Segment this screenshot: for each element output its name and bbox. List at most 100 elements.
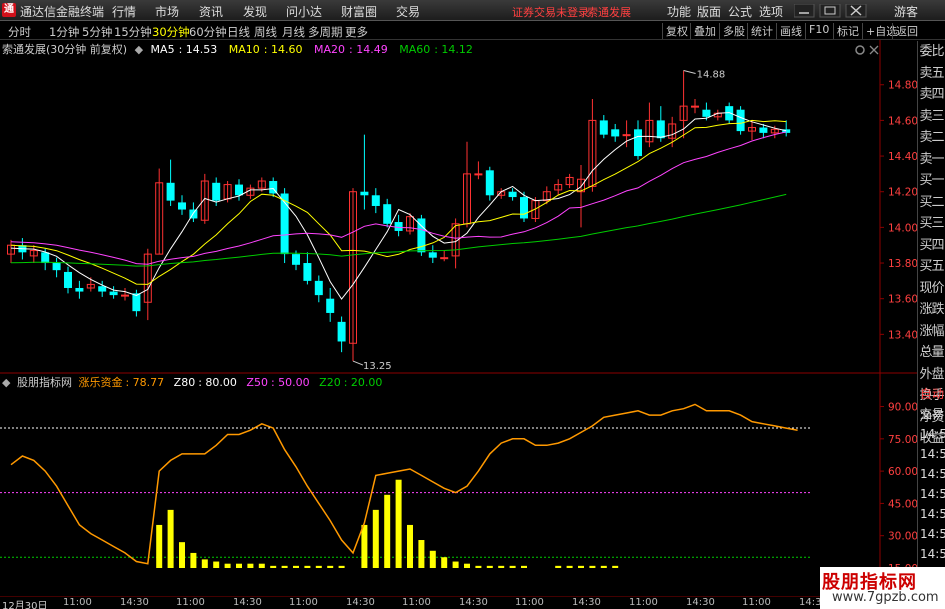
indicator-bar [566, 565, 573, 568]
indicator-settings-icon[interactable]: ◆ [2, 376, 10, 389]
mark-button[interactable]: 标记 [833, 23, 859, 39]
candle-body-up [474, 173, 483, 176]
indicator-tick-label: 60.00 [888, 466, 917, 478]
period-tab[interactable]: 5分钟 [82, 24, 112, 40]
candlesticks [7, 70, 791, 362]
trade-tab[interactable]: 自动 [918, 384, 945, 404]
menu-ask[interactable]: 问小达 [286, 3, 322, 20]
close-icon[interactable] [845, 4, 867, 18]
trade-time: 14:56 [920, 547, 945, 561]
ind-item-4-name: Z20 [319, 376, 341, 389]
trade-time: 14:56 [920, 507, 945, 521]
chart-area[interactable]: 13.40 13.60 13.80 14.00 14.20 14.40 14.60 14.80… [0, 40, 917, 596]
time-label: 14:30 [233, 597, 262, 608]
quote-field-label: 委比 [919, 44, 944, 59]
candle-body-down [634, 129, 642, 157]
login-warning[interactable]: 证券交易未登录 [512, 4, 589, 20]
indicator-bar [167, 509, 174, 568]
indicator-bar [224, 563, 231, 568]
minimize-icon[interactable] [794, 4, 815, 18]
period-tab-active[interactable]: 30分钟 [152, 24, 190, 40]
price-tick-label: 13.80 [888, 258, 917, 270]
trade-time: 14:56 [920, 467, 945, 481]
watermark-url: www.7gpzb.com [832, 590, 939, 605]
period-tab[interactable]: 60分钟 [189, 24, 227, 40]
time-label: 14:30 [120, 597, 149, 608]
quote-field-label: 卖五 [919, 65, 944, 81]
menu-formula[interactable]: 公式 [728, 3, 752, 20]
indicator-bar [384, 494, 391, 568]
price-tick-label: 14.00 [888, 222, 917, 234]
menu-options[interactable]: 选项 [759, 3, 783, 20]
trade-side-panel: 自动交易14:5614:5614:5614:5614:5614:5614:561… [917, 384, 945, 584]
period-tab[interactable]: 周线 [254, 24, 277, 40]
ind-item-4-value: 20.00 [350, 376, 383, 389]
ma20-name: MA20 [313, 43, 345, 56]
time-label: 11:00 [742, 597, 771, 608]
menu-discover[interactable]: 发现 [243, 3, 267, 20]
overlay-button[interactable]: 叠加 [690, 23, 716, 39]
indicator-bar [498, 565, 505, 568]
price-tick-label: 13.40 [888, 329, 917, 341]
quote-field-label: 卖二 [919, 130, 944, 145]
period-tab[interactable]: 多周期 [308, 24, 343, 40]
period-tab[interactable]: 1分钟 [49, 24, 79, 40]
candle-body-up [440, 257, 449, 260]
ma-settings-icon[interactable]: ◆ [135, 43, 143, 56]
time-label: 14:30 [572, 597, 601, 608]
price-tick-label: 14.40 [888, 151, 917, 163]
price-tick-label: 14.60 [888, 115, 917, 127]
back-button[interactable]: 返回 [892, 23, 918, 39]
moving-averages [10, 112, 787, 300]
menu-quotes[interactable]: 行情 [112, 3, 136, 20]
menu-layout[interactable]: 版面 [697, 3, 721, 20]
indicator-bar [258, 563, 265, 568]
period-tab[interactable]: 分时 [8, 24, 31, 40]
guest-label[interactable]: 游客 [894, 3, 918, 20]
candle-body-down [702, 109, 711, 117]
indicator-bar [201, 559, 208, 568]
ma20-value: 14.49 [356, 43, 388, 56]
adjust-button[interactable]: 复权 [662, 23, 688, 39]
indicator-bar [179, 542, 185, 568]
candle-body-down [759, 127, 768, 133]
time-label: 12月30日 [2, 601, 48, 609]
menu-news[interactable]: 资讯 [199, 3, 223, 20]
indicator-bar [213, 561, 220, 568]
draw-line-button[interactable]: 画线 [776, 23, 802, 39]
indicator-tick-label: 30.00 [888, 531, 917, 543]
period-tab[interactable]: 日线 [227, 24, 250, 40]
time-label: 11:00 [629, 597, 658, 608]
price-tick-label: 13.60 [888, 294, 917, 306]
candle-body-down [394, 222, 403, 231]
f10-button[interactable]: F10 [805, 23, 829, 39]
menu-wealth[interactable]: 财富圈 [341, 3, 377, 20]
stock-name-link[interactable]: 索通发展 [587, 4, 631, 20]
period-tab[interactable]: 月线 [282, 24, 305, 40]
time-label: 11:00 [176, 597, 205, 608]
ma5-value: 14.53 [185, 43, 218, 56]
trade-tab[interactable]: 交易 [918, 404, 945, 424]
indicator-bar [600, 565, 607, 568]
menu-bar: 通 通达信金融终端 行情 市场 资讯 发现 问小达 财富圈 交易 证券交易未登录… [0, 0, 945, 21]
stats-button[interactable]: 统计 [747, 23, 773, 39]
multi-stock-button[interactable]: 多股 [719, 23, 745, 39]
restore-icon[interactable] [819, 4, 841, 18]
period-tab[interactable]: 更多 [345, 24, 368, 40]
quote-field-label: 总量 [919, 345, 944, 360]
period-tab[interactable]: 15分钟 [114, 24, 152, 40]
indicator-bar [452, 561, 459, 568]
indicator-bar [361, 524, 368, 568]
window-controls [794, 4, 867, 18]
menu-trade[interactable]: 交易 [396, 3, 420, 20]
indicator-tick-label: 45.00 [888, 498, 917, 510]
indicator-bar [293, 565, 299, 568]
candle-body-down [428, 252, 437, 258]
menu-functions[interactable]: 功能 [667, 3, 691, 20]
close-icon[interactable] [869, 45, 879, 55]
ind-item-1-name: 涨乐资金 [78, 376, 123, 389]
menu-market[interactable]: 市场 [155, 3, 179, 20]
candle-body-up [691, 105, 699, 108]
gear-icon[interactable] [855, 45, 865, 55]
candle-body-down [166, 182, 175, 201]
